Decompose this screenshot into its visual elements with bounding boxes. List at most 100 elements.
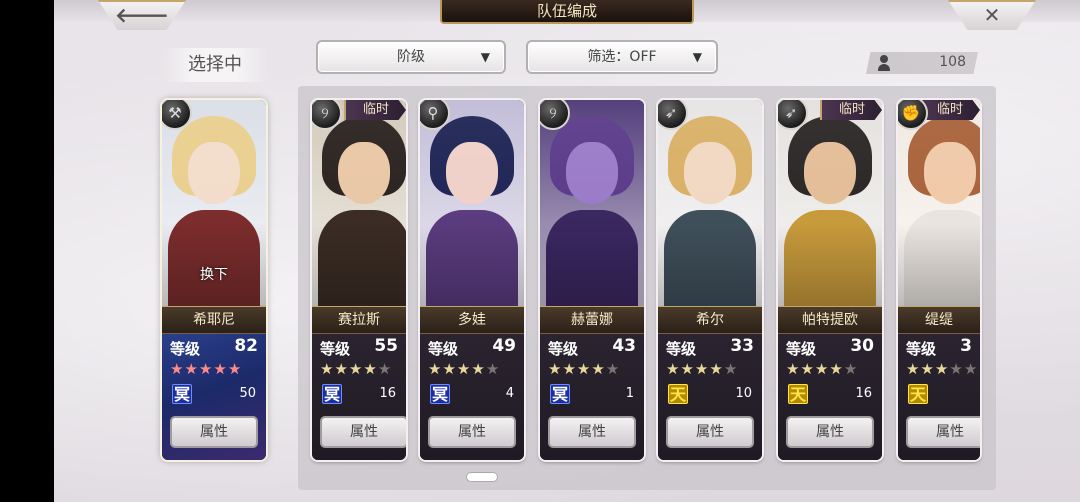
star-empty-icon: ★ xyxy=(723,360,739,378)
portrait-body xyxy=(784,210,876,306)
level-value: 43 xyxy=(612,336,636,356)
temporary-tag: 临时 xyxy=(344,100,406,120)
star-filled-icon: ★ xyxy=(800,360,815,378)
character-stats: 等级 43 ★★★★★ 冥 1 属性 xyxy=(540,334,644,460)
attribute-button[interactable]: 属性 xyxy=(666,416,754,448)
character-card[interactable]: ୨ 赫蕾娜 等级 43 ★★★★★ 冥 1 属性 xyxy=(540,100,644,460)
star-empty-icon: ★ xyxy=(963,360,979,378)
element-badge: 天 xyxy=(668,384,688,404)
star-empty-icon: ★ xyxy=(949,360,964,378)
attribute-button[interactable]: 属性 xyxy=(906,416,980,448)
portrait-body xyxy=(318,210,406,306)
selected-character-card[interactable]: 换下 ⚒ 希耶尼 等级 82 ★★★★★ 冥 50 属性 xyxy=(162,100,266,460)
star-filled-icon: ★ xyxy=(786,360,801,378)
star-filled-icon: ★ xyxy=(213,360,228,378)
portrait-body xyxy=(168,210,260,306)
star-rating: ★★★★★ xyxy=(548,360,620,378)
character-name: 希尔 xyxy=(658,306,762,334)
chevron-down-icon: ▼ xyxy=(692,50,702,64)
rank-sort-label: 阶级 xyxy=(397,49,425,65)
star-filled-icon: ★ xyxy=(334,360,349,378)
character-portrait[interactable] xyxy=(898,100,980,306)
portrait-body xyxy=(546,210,638,306)
star-rating: ★★★★★ xyxy=(170,360,242,378)
portrait-body xyxy=(904,210,980,306)
character-stats: 等级 49 ★★★★★ 冥 4 属性 xyxy=(420,334,524,460)
portrait-hair xyxy=(172,116,256,196)
attribute-button[interactable]: 属性 xyxy=(170,416,258,448)
level-label: 等级 xyxy=(428,340,459,358)
attribute-button[interactable]: 属性 xyxy=(428,416,516,448)
back-arrow-icon: 🡐 xyxy=(115,3,169,27)
character-name: 希耶尼 xyxy=(162,306,266,334)
roster-count: 108 xyxy=(939,54,966,70)
character-stats: 等级 55 ★★★★★ 冥 16 属性 xyxy=(312,334,406,460)
filter-dropdown[interactable]: 筛选：OFF ▼ xyxy=(526,40,718,74)
element-count: 10 xyxy=(735,386,752,401)
swap-out-label[interactable]: 换下 xyxy=(162,264,266,284)
character-card[interactable]: ➶ 希尔 等级 33 ★★★★★ 天 10 属性 xyxy=(658,100,762,460)
character-card[interactable]: ➶ 临时 帕特提欧 等级 30 ★★★★★ 天 16 属性 xyxy=(778,100,882,460)
star-filled-icon: ★ xyxy=(198,360,214,378)
attribute-button[interactable]: 属性 xyxy=(548,416,636,448)
portrait-face xyxy=(684,142,736,204)
character-portrait[interactable] xyxy=(778,100,882,306)
star-filled-icon: ★ xyxy=(320,360,335,378)
level-value: 55 xyxy=(374,336,398,356)
star-filled-icon: ★ xyxy=(456,360,472,378)
portrait-hair xyxy=(788,116,872,196)
star-filled-icon: ★ xyxy=(428,360,443,378)
level-value: 30 xyxy=(850,336,874,356)
character-card[interactable]: ✊ 临时 缇缇 等级 3 ★★★★★ 天 属性 xyxy=(898,100,980,460)
character-name: 赛拉斯 xyxy=(312,306,406,334)
character-portrait[interactable]: 换下 xyxy=(162,100,266,306)
rank-sort-dropdown[interactable]: 阶级 ▼ xyxy=(316,40,506,74)
character-stats: 等级 82 ★★★★★ 冥 50 属性 xyxy=(162,334,266,460)
character-portrait[interactable] xyxy=(420,100,524,306)
star-empty-icon: ★ xyxy=(843,360,859,378)
star-filled-icon: ★ xyxy=(694,360,710,378)
star-empty-icon: ★ xyxy=(377,360,393,378)
star-filled-icon: ★ xyxy=(829,360,844,378)
star-filled-icon: ★ xyxy=(576,360,592,378)
star-filled-icon: ★ xyxy=(363,360,378,378)
person-icon xyxy=(878,55,890,71)
team-formation-screen: 🡐 队伍编成 ✕ 选择中 阶级 ▼ 筛选：OFF ▼ 108 换下 ⚒ 希耶尼 … xyxy=(54,0,1080,502)
close-icon: ✕ xyxy=(983,3,1001,27)
scroll-indicator[interactable] xyxy=(466,472,498,482)
character-card[interactable]: ୨ 临时 赛拉斯 等级 55 ★★★★★ 冥 16 属性 xyxy=(312,100,406,460)
close-button[interactable]: ✕ xyxy=(948,0,1036,30)
filter-label: 筛选：OFF xyxy=(587,49,657,65)
star-filled-icon: ★ xyxy=(906,360,921,378)
star-rating: ★★★★★ xyxy=(666,360,738,378)
portrait-face xyxy=(338,142,390,204)
character-card[interactable]: ⚲ 多娃 等级 49 ★★★★★ 冥 4 属性 xyxy=(420,100,524,460)
portrait-face xyxy=(924,142,976,204)
character-portrait[interactable] xyxy=(312,100,406,306)
level-value: 49 xyxy=(492,336,516,356)
star-filled-icon: ★ xyxy=(934,360,950,378)
star-empty-icon: ★ xyxy=(605,360,621,378)
chevron-down-icon: ▼ xyxy=(480,50,490,64)
star-rating: ★★★★★ xyxy=(428,360,500,378)
star-filled-icon: ★ xyxy=(562,360,577,378)
character-name: 多娃 xyxy=(420,306,524,334)
level-label: 等级 xyxy=(320,340,351,358)
element-badge: 冥 xyxy=(550,384,570,404)
attribute-button[interactable]: 属性 xyxy=(320,416,406,448)
star-filled-icon: ★ xyxy=(471,360,486,378)
portrait-hair xyxy=(430,116,514,196)
element-badge: 天 xyxy=(908,384,928,404)
star-filled-icon: ★ xyxy=(548,360,563,378)
character-portrait[interactable] xyxy=(540,100,644,306)
attribute-button[interactable]: 属性 xyxy=(786,416,874,448)
portrait-face xyxy=(188,142,240,204)
element-count: 16 xyxy=(855,386,872,401)
star-empty-icon: ★ xyxy=(485,360,501,378)
element-count: 50 xyxy=(239,386,256,401)
back-button[interactable]: 🡐 xyxy=(98,0,186,30)
star-filled-icon: ★ xyxy=(680,360,695,378)
character-portrait[interactable] xyxy=(658,100,762,306)
character-name: 赫蕾娜 xyxy=(540,306,644,334)
level-label: 等级 xyxy=(786,340,817,358)
